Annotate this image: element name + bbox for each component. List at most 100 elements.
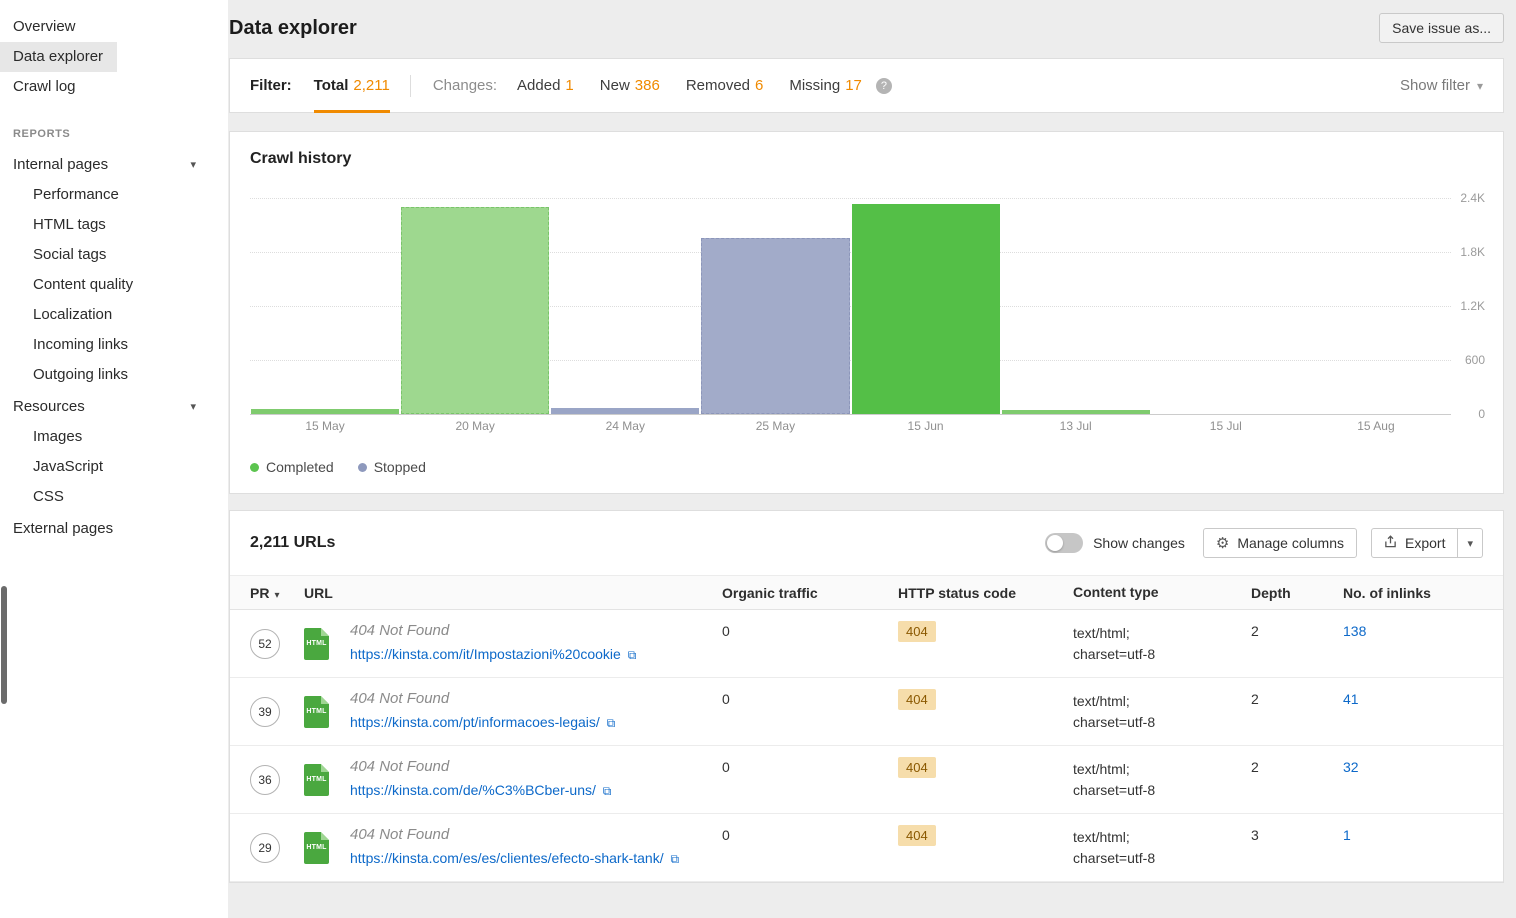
inlinks-link[interactable]: 41 <box>1343 691 1359 707</box>
sidebar-item-internal-pages[interactable]: Internal pages▾ <box>0 150 228 180</box>
sidebar-item-content-quality[interactable]: Content quality <box>0 270 228 300</box>
table-row[interactable]: 52HTML404 Not Foundhttps://kinsta.com/it… <box>230 610 1503 678</box>
url-link[interactable]: https://kinsta.com/pt/informacoes-legais… <box>350 712 615 734</box>
main-content: Data explorer Save issue as... Filter: T… <box>228 0 1516 918</box>
url-link[interactable]: https://kinsta.com/es/es/clientes/efecto… <box>350 848 679 870</box>
legend-item-stopped[interactable]: Stopped <box>358 459 426 475</box>
completed-legend-dot <box>250 463 259 472</box>
filter-tab-removed[interactable]: Removed6 <box>686 58 764 113</box>
content-type-value: text/html; charset=utf-8 <box>1073 689 1251 733</box>
gridline <box>250 198 1451 199</box>
filter-tab-new[interactable]: New386 <box>600 58 660 113</box>
x-axis-label: 25 May <box>700 419 850 433</box>
show-changes-toggle[interactable] <box>1045 533 1083 553</box>
column-header-url[interactable]: URL <box>304 585 722 601</box>
filter-tab-missing[interactable]: Missing17 <box>789 58 862 113</box>
legend-label: Stopped <box>374 459 426 475</box>
filter-tab-label: Added <box>517 77 560 94</box>
manage-columns-button[interactable]: ⚙ Manage columns <box>1203 528 1357 558</box>
show-filter-button[interactable]: Show filter ▾ <box>1400 77 1483 94</box>
save-issue-as-button[interactable]: Save issue as... <box>1379 13 1504 43</box>
chart-bar-25-may[interactable] <box>701 238 849 414</box>
gear-icon: ⚙ <box>1216 536 1229 551</box>
export-button[interactable]: Export <box>1371 528 1458 558</box>
inlinks-link[interactable]: 32 <box>1343 759 1359 775</box>
column-header-depth[interactable]: Depth <box>1251 585 1343 601</box>
export-split-button: Export ▾ <box>1371 528 1483 558</box>
chart-bar-13-jul[interactable] <box>1002 410 1150 415</box>
inlinks-link[interactable]: 138 <box>1343 623 1366 639</box>
help-icon[interactable]: ? <box>876 78 892 94</box>
export-dropdown-button[interactable]: ▾ <box>1458 528 1483 558</box>
pr-badge: 29 <box>250 833 280 863</box>
url-cell: 404 Not Foundhttps://kinsta.com/it/Impos… <box>350 621 722 666</box>
filter-tab-count: 2,211 <box>353 77 389 94</box>
chart-bar-15-jun[interactable] <box>852 204 1000 414</box>
sidebar-item-data-explorer[interactable]: Data explorer <box>0 42 117 72</box>
inlinks-cell: 1 <box>1343 825 1483 843</box>
chart-bar-20-may[interactable] <box>401 207 549 414</box>
chart-plot-area: 2.4K1.8K1.2K6000 <box>250 198 1451 414</box>
html-file-icon-label: HTML <box>306 708 326 715</box>
sidebar-item-external-pages[interactable]: External pages <box>0 514 228 544</box>
column-header-organic-traffic[interactable]: Organic traffic <box>722 585 898 601</box>
pr-cell: 39 <box>250 689 304 734</box>
pr-cell: 29 <box>250 825 304 870</box>
sidebar-section-label: Resources <box>13 397 85 417</box>
sidebar-item-javascript[interactable]: JavaScript <box>0 452 228 482</box>
sidebar-item-incoming-links[interactable]: Incoming links <box>0 330 228 360</box>
chart-bar-15-may[interactable] <box>251 409 399 414</box>
filter-tab-total[interactable]: Total 2,211 <box>314 58 390 113</box>
http-status-badge: 404 <box>898 825 936 846</box>
http-status-badge: 404 <box>898 757 936 778</box>
table-row[interactable]: 36HTML404 Not Foundhttps://kinsta.com/de… <box>230 746 1503 814</box>
crawl-history-title: Crawl history <box>250 150 1483 168</box>
filter-label: Filter: <box>250 77 292 94</box>
sidebar-item-localization[interactable]: Localization <box>0 300 228 330</box>
sidebar-item-resources[interactable]: Resources▾ <box>0 392 228 422</box>
column-header-content-type[interactable]: Content type <box>1073 582 1251 603</box>
column-header-label: Organic traffic <box>722 585 818 601</box>
x-axis-label: 20 May <box>400 419 550 433</box>
sidebar-item-images[interactable]: Images <box>0 422 228 452</box>
manage-columns-label: Manage columns <box>1237 535 1344 551</box>
legend-item-completed[interactable]: Completed <box>250 459 334 475</box>
sidebar-item-html-tags[interactable]: HTML tags <box>0 210 228 240</box>
page-header: Data explorer Save issue as... <box>228 0 1516 58</box>
stopped-legend-dot <box>358 463 367 472</box>
sidebar-item-performance[interactable]: Performance <box>0 180 228 210</box>
external-link-icon: ⧉ <box>670 852 679 866</box>
inlinks-link[interactable]: 1 <box>1343 827 1351 843</box>
file-icon-cell: HTML <box>304 621 350 666</box>
column-header-pr[interactable]: PR▾ <box>250 585 304 601</box>
sidebar-item-outgoing-links[interactable]: Outgoing links <box>0 360 228 390</box>
url-link[interactable]: https://kinsta.com/de/%C3%BCber-uns/ ⧉ <box>350 780 611 802</box>
show-changes-label: Show changes <box>1093 535 1185 551</box>
depth-value: 2 <box>1251 621 1343 639</box>
url-cell: 404 Not Foundhttps://kinsta.com/es/es/cl… <box>350 825 722 870</box>
sidebar-item-crawl-log[interactable]: Crawl log <box>0 72 90 102</box>
url-link[interactable]: https://kinsta.com/it/Impostazioni%20coo… <box>350 644 636 666</box>
y-axis-label: 1.2K <box>1453 299 1485 313</box>
html-file-icon: HTML <box>304 832 329 864</box>
table-row[interactable]: 29 HTML 404 Not Foundhttps://kinsta.com/es… <box>230 814 1503 882</box>
column-header-no-of-inlinks[interactable]: No. of inlinks <box>1343 585 1483 601</box>
file-icon-cell: HTML <box>304 825 350 870</box>
http-status-cell: 404 <box>898 621 1073 642</box>
table-row[interactable]: 39HTML404 Not Foundhttps://kinsta.com/pt… <box>230 678 1503 746</box>
sidebar-item-social-tags[interactable]: Social tags <box>0 240 228 270</box>
filter-tab-count: 386 <box>635 77 660 94</box>
sidebar-reports-nav: Internal pages▾PerformanceHTML tagsSocia… <box>0 150 228 544</box>
column-header-label: Depth <box>1251 585 1291 601</box>
scrollbar-thumb[interactable] <box>1 586 7 704</box>
http-status-cell: 404 <box>898 689 1073 710</box>
chart-bar-24-may[interactable] <box>551 408 699 414</box>
http-status-cell: 404 <box>898 825 1073 846</box>
column-header-http-status-code[interactable]: HTTP status code <box>898 585 1073 601</box>
sidebar-item-css[interactable]: CSS <box>0 482 228 512</box>
sidebar-item-overview[interactable]: Overview <box>0 12 90 42</box>
pr-cell: 52 <box>250 621 304 666</box>
show-filter-label: Show filter <box>1400 77 1470 94</box>
filter-tab-added[interactable]: Added1 <box>517 58 574 113</box>
y-axis-label: 600 <box>1453 353 1485 367</box>
